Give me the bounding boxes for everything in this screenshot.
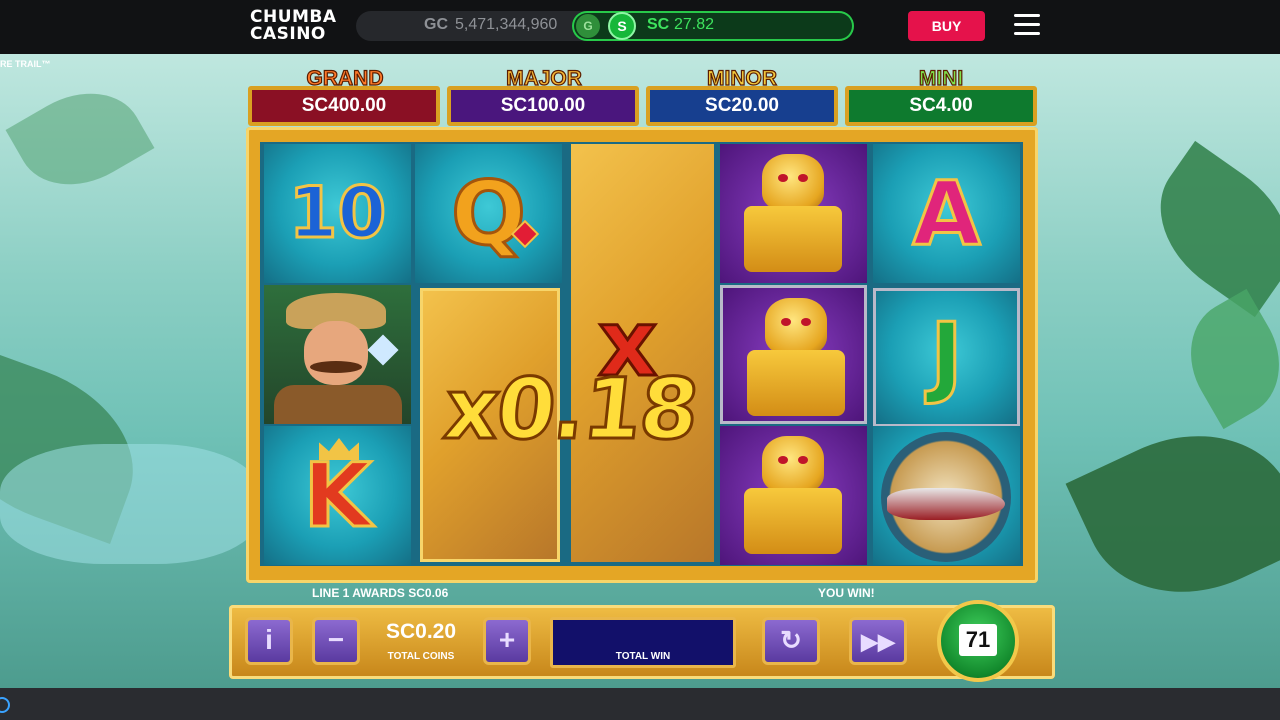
- symbol-king: K: [264, 426, 411, 565]
- jungle-leaf-decoration: [5, 70, 155, 208]
- game-title-fragment: RE TRAIL™: [0, 59, 51, 69]
- symbol-explorer: [264, 285, 411, 424]
- jungle-leaf-decoration: [1168, 288, 1280, 430]
- explorer-shirt: [274, 385, 402, 424]
- symbol-jack: J: [873, 288, 1020, 427]
- symbol-golden-idol: [720, 285, 867, 424]
- you-win-message: YOU WIN!: [818, 586, 875, 600]
- explorer-face: [304, 321, 368, 385]
- chumba-casino-logo[interactable]: CHUMBA CASINO: [250, 9, 336, 45]
- gold-coin-toggle-icon[interactable]: G: [576, 14, 600, 38]
- logo-line-2: CASINO: [250, 24, 326, 44]
- sc-label: SC: [647, 16, 670, 33]
- sc-balance: 27.82: [674, 16, 715, 33]
- golden-idol: [738, 154, 849, 276]
- jackpot-mini-value: SC4.00: [845, 86, 1037, 126]
- autoplay-button[interactable]: ↻: [762, 617, 820, 665]
- decrease-bet-button[interactable]: −: [312, 617, 360, 665]
- symbol-queen: Q: [415, 144, 562, 283]
- jackpot-minor-value: SC20.00: [646, 86, 838, 126]
- info-button[interactable]: i: [245, 617, 293, 665]
- river-water: [0, 444, 260, 564]
- golden-idol: [741, 298, 852, 420]
- win-multiplier: x0.18: [438, 359, 703, 460]
- total-coins-value: SC0.20: [385, 620, 457, 643]
- jungle-leaf-decoration: [1132, 140, 1280, 318]
- diamond-icon: [367, 334, 399, 366]
- turbo-button[interactable]: ▶▶: [849, 617, 907, 665]
- hamburger-menu-icon[interactable]: [1014, 14, 1040, 38]
- buy-button[interactable]: BUY: [908, 11, 985, 41]
- jackpot-grand-value: SC400.00: [248, 86, 440, 126]
- line-award-message: LINE 1 AWARDS SC0.06: [312, 586, 449, 600]
- sweeps-coin-icon[interactable]: S: [608, 12, 636, 40]
- bottom-bar: [0, 688, 1280, 720]
- refresh-icon: ↻: [780, 625, 802, 655]
- golden-idol: [738, 436, 849, 558]
- symbol-golden-idol: [720, 144, 867, 283]
- total-win-label: TOTAL WIN: [615, 651, 671, 662]
- spin-count: 71: [959, 624, 997, 656]
- increase-bet-button[interactable]: +: [483, 617, 531, 665]
- symbol-ace: A: [873, 144, 1020, 283]
- symbol-golden-idol: [720, 426, 867, 565]
- symbol-ten: 10: [264, 144, 411, 283]
- gc-balance: 5,471,344,960: [455, 16, 558, 33]
- jackpot-major-value: SC100.00: [447, 86, 639, 126]
- seaplane-icon: [887, 488, 1005, 520]
- gc-label: GC: [424, 16, 448, 33]
- total-coins-label: TOTAL COINS: [387, 651, 455, 662]
- fast-forward-icon: ▶▶: [861, 629, 895, 654]
- explorer-mustache: [310, 361, 362, 373]
- symbol-compass-seaplane: [873, 426, 1020, 565]
- jungle-leaf-decoration: [1065, 399, 1280, 629]
